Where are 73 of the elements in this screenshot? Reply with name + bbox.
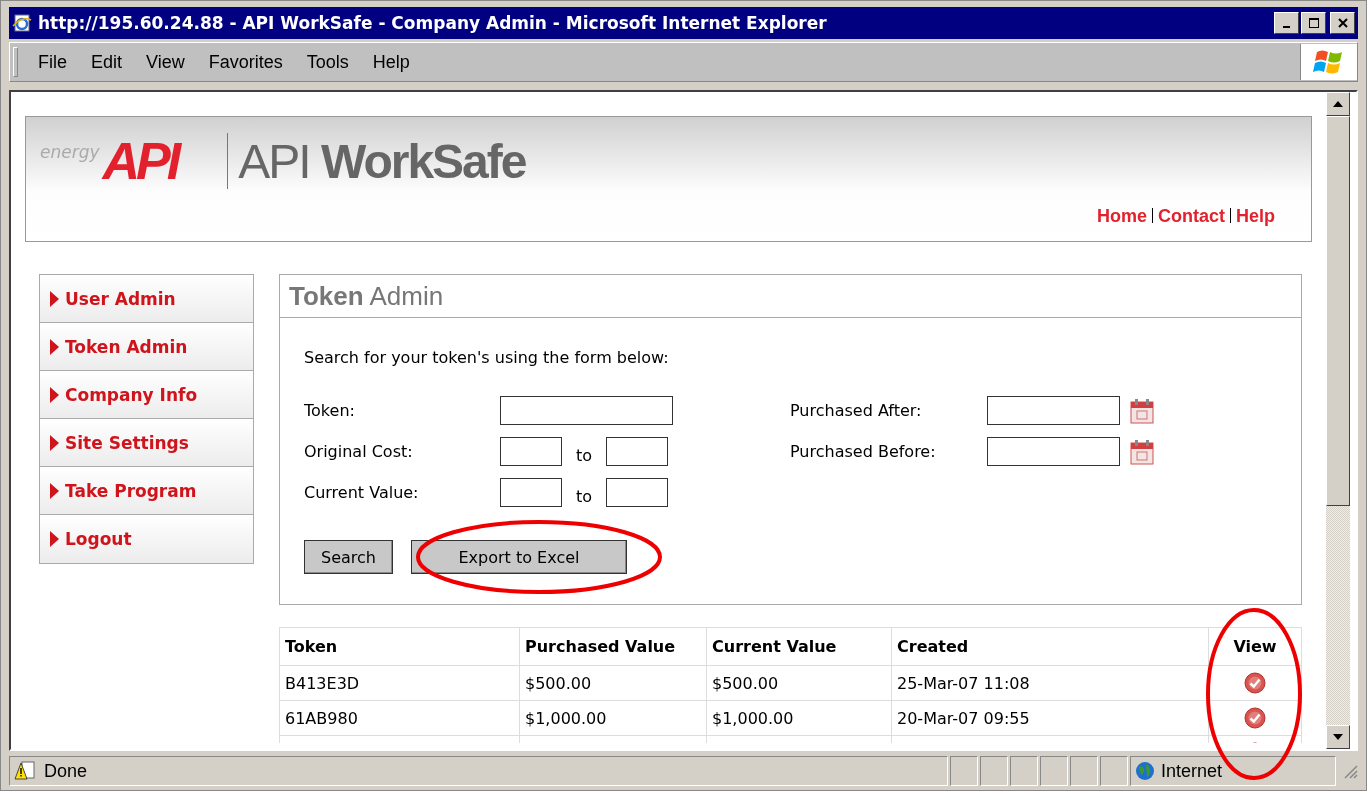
globe-icon (1135, 761, 1155, 781)
field-label: Original Cost: (304, 442, 414, 461)
header-link[interactable]: Home (1096, 206, 1147, 226)
status-pane (980, 756, 1008, 786)
logo-mark: API (102, 135, 178, 187)
minimize-button[interactable] (1274, 12, 1299, 34)
menu-item[interactable]: Tools (294, 51, 361, 73)
export-button[interactable]: Export to Excel (410, 540, 627, 574)
triangle-icon (50, 482, 59, 499)
status-pane (1010, 756, 1038, 786)
security-zone: Internet (1161, 760, 1223, 782)
menu-item[interactable]: Help (360, 51, 422, 73)
logo-tagline: energy (40, 142, 100, 162)
scroll-up-icon[interactable] (1333, 101, 1343, 107)
field-label: Purchased Before: (790, 442, 937, 461)
warning-icon (14, 760, 36, 782)
status-text: Done (44, 760, 88, 782)
minimize-icon (1283, 26, 1290, 28)
date-field[interactable] (987, 396, 1120, 425)
column-header: View (1208, 627, 1302, 666)
range-separator: to (574, 446, 594, 465)
header-link[interactable]: Help (1236, 206, 1275, 226)
close-button[interactable] (1330, 12, 1355, 34)
view-check-icon[interactable] (1244, 672, 1266, 694)
triangle-icon (50, 290, 59, 307)
status-pane (1040, 756, 1068, 786)
table-cell: $1,000.00 (519, 700, 707, 736)
status-pane (1100, 756, 1128, 786)
triangle-icon (50, 338, 59, 355)
maximize-icon (1307, 17, 1320, 29)
menu-item[interactable]: Edit (79, 51, 135, 73)
calendar-icon[interactable] (1130, 397, 1154, 424)
triangle-icon (50, 531, 59, 547)
token-field[interactable] (500, 396, 673, 425)
calendar-icon[interactable] (1130, 438, 1154, 465)
range-to-field[interactable] (606, 437, 668, 466)
range-from-field[interactable] (500, 437, 562, 466)
column-header: Current Value (706, 627, 892, 666)
status-pane (1070, 756, 1098, 786)
scroll-down-icon[interactable] (1333, 734, 1343, 740)
table-cell: $1,000.00 (706, 700, 892, 736)
column-header: Purchased Value (519, 627, 707, 666)
resize-grip-icon[interactable] (1342, 763, 1358, 779)
maximize-button[interactable] (1301, 12, 1326, 34)
field-label: Current Value: (304, 483, 420, 502)
table-cell: 61AB980 (279, 700, 520, 736)
panel-title: Token Admin (280, 275, 1301, 318)
range-from-field[interactable] (500, 478, 562, 507)
range-to-field[interactable] (606, 478, 668, 507)
menu-item[interactable]: Favorites (196, 51, 295, 73)
field-label: Token: (304, 401, 356, 420)
menu-item[interactable]: View (134, 51, 197, 73)
range-separator: to (574, 487, 594, 506)
header-link[interactable]: Contact (1158, 206, 1225, 226)
status-pane (950, 756, 978, 786)
window-title: http://195.60.24.88 - API WorkSafe - Company Admin - Microsoft Internet Explorer (38, 13, 828, 33)
site-title: API WorkSafe (238, 133, 526, 189)
table-cell: $500.00 (519, 665, 707, 701)
view-check-icon[interactable] (1244, 707, 1266, 729)
menu-item[interactable]: File (26, 51, 79, 73)
triangle-icon (50, 386, 59, 403)
column-header: Created (891, 627, 1209, 666)
field-label: Purchased After: (790, 401, 923, 420)
triangle-icon (50, 434, 59, 451)
vertical-scrollbar[interactable] (1326, 92, 1350, 749)
date-field[interactable] (987, 437, 1120, 466)
table-cell: $500.00 (706, 665, 892, 701)
table-cell: B413E3D (279, 665, 520, 701)
search-button[interactable]: Search (304, 540, 393, 574)
column-header: Token (279, 627, 520, 666)
browser-logo-icon (12, 13, 32, 33)
intro-text: Search for your token's using the form below: (304, 348, 670, 367)
close-icon (1336, 17, 1349, 29)
